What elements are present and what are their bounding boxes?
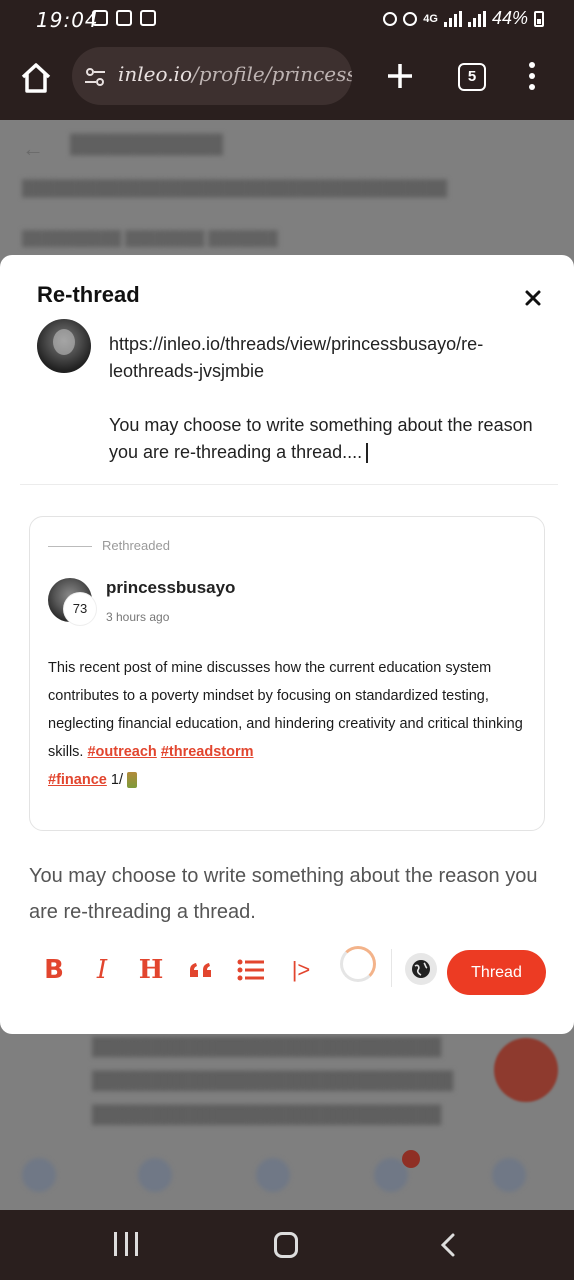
new-tab-icon[interactable]	[384, 60, 416, 92]
reason-placeholder[interactable]: You may choose to write something about …	[29, 858, 549, 930]
rethread-line	[48, 546, 92, 547]
status-bar: 19:04 4G 44%	[0, 0, 574, 38]
heading-button[interactable]: H	[136, 953, 166, 987]
status-time: 19:04	[36, 8, 99, 32]
italic-button[interactable]: I	[88, 953, 116, 987]
url-host: inleo.io	[118, 62, 192, 86]
rethreaded-card[interactable]: Rethreaded 73 princessbusayo 3 hours ago…	[29, 516, 545, 831]
bg-compose-fab	[494, 1038, 558, 1102]
list-icon	[237, 959, 264, 981]
address-bar[interactable]: inleo.io/profile/princessbu	[72, 47, 352, 105]
bg-profile-stats: ██████████ ████████ ███████	[22, 230, 278, 246]
url-path: /profile/princessbu	[192, 62, 352, 86]
alarm-icon	[403, 11, 418, 26]
signal-icon-2	[467, 10, 486, 27]
discord-notification-icon	[116, 10, 132, 26]
character-counter-ring	[340, 946, 376, 982]
card-username[interactable]: princessbusayo	[106, 578, 235, 598]
check-notification-icon	[140, 10, 156, 26]
battery-icon	[534, 10, 544, 27]
home-icon[interactable]	[18, 60, 54, 96]
list-button[interactable]	[236, 953, 266, 987]
card-timestamp: 3 hours ago	[106, 610, 170, 624]
thread-submit-button[interactable]: Thread	[447, 950, 546, 995]
site-settings-icon[interactable]	[84, 66, 106, 88]
modal-title: Re-thread	[37, 282, 140, 307]
bg-profile-bio: ████████████████████████████████████████	[22, 180, 448, 197]
compose-textarea[interactable]: https://inleo.io/threads/view/princessbu…	[109, 331, 539, 466]
home-nav-icon[interactable]	[274, 1232, 298, 1258]
thread-spool-icon	[126, 772, 137, 789]
android-navigation-bar	[0, 1210, 574, 1280]
bg-profile-name: ████████████	[70, 134, 224, 154]
recycle-icon	[383, 11, 398, 26]
bg-post-text: █████████████████████████████ ███████████…	[92, 1037, 454, 1124]
browser-toolbar: inleo.io/profile/princessbu 5	[0, 38, 574, 120]
hashtag-threadstorm[interactable]: #threadstorm	[161, 744, 254, 760]
close-icon[interactable]	[520, 285, 546, 311]
compose-message: You may choose to write something about …	[109, 415, 533, 462]
quote-icon	[190, 963, 211, 977]
quote-button[interactable]	[186, 953, 216, 987]
globe-icon	[412, 960, 430, 978]
language-button[interactable]	[405, 953, 437, 985]
battery-percent: 44%	[491, 8, 528, 28]
notification-icons	[92, 10, 156, 26]
system-icons: 4G 44%	[383, 8, 544, 29]
back-arrow-icon: ←	[22, 136, 44, 161]
compose-link: https://inleo.io/threads/view/princessbu…	[109, 334, 484, 381]
rethreaded-label: Rethreaded	[102, 538, 170, 553]
hashtag-outreach[interactable]: #outreach	[87, 744, 156, 760]
bg-notification-badge	[402, 1150, 420, 1168]
rethread-modal: Re-thread https://inleo.io/threads/view/…	[0, 255, 574, 1034]
bold-button[interactable]: B	[40, 953, 68, 987]
network-type: 4G	[423, 12, 438, 25]
bg-bottom-nav	[0, 1150, 574, 1210]
reputation-badge: 73	[64, 593, 96, 625]
back-nav-icon[interactable]	[436, 1232, 462, 1258]
image-notification-icon	[92, 10, 108, 26]
browser-menu-icon[interactable]	[522, 62, 542, 94]
card-body: This recent post of mine discusses how t…	[48, 654, 528, 794]
hashtag-finance[interactable]: #finance	[48, 772, 107, 788]
signal-icon	[443, 10, 462, 27]
code-button[interactable]: |>	[284, 953, 318, 987]
url-text: inleo.io/profile/princessbu	[118, 62, 352, 86]
toolbar-divider	[391, 949, 392, 987]
avatar	[37, 319, 91, 373]
editor-toolbar: B I H |> Thread	[0, 945, 574, 995]
tab-switcher-button[interactable]: 5	[458, 63, 486, 91]
thread-counter: 1/	[110, 772, 123, 788]
recent-apps-icon[interactable]	[114, 1232, 138, 1256]
divider	[20, 484, 558, 485]
text-caret	[366, 443, 368, 464]
